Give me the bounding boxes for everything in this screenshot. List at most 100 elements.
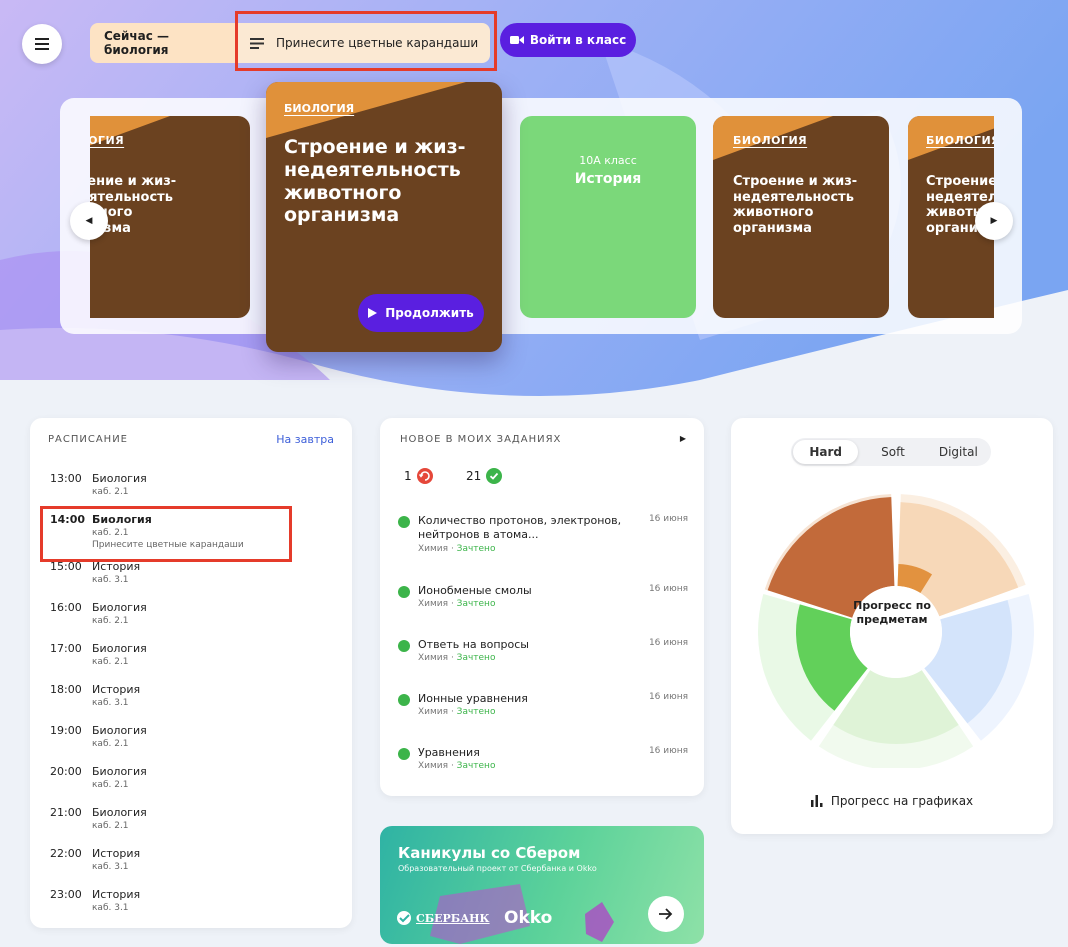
check-circle-icon: [398, 516, 410, 528]
video-camera-icon: [509, 36, 524, 44]
featured-lesson-title: Строение и жиз-недеятельность животного …: [284, 136, 466, 227]
lesson-card-left[interactable]: БИОЛОГИЯ Строение и жиз-недеятельность ж…: [90, 116, 250, 318]
done-count: 21: [466, 469, 482, 483]
task-date: 16 июня: [648, 746, 688, 756]
schedule-time: 13:00: [50, 472, 82, 485]
progress-charts-label: Прогресс на графиках: [830, 794, 974, 808]
class-label: 10А класс: [579, 154, 637, 167]
tasks-open-arrow[interactable]: ▶: [680, 434, 686, 443]
bar-chart-icon: [810, 795, 823, 807]
schedule-time: 19:00: [50, 724, 82, 737]
arrow-left-icon: ◀: [85, 216, 93, 226]
schedule-room: каб. 3.1: [92, 862, 129, 872]
overdue-counter[interactable]: 1: [404, 468, 433, 484]
tasks-heading: НОВОЕ В МОИХ ЗАДАНИЯХ: [400, 434, 562, 445]
schedule-subject: Биология: [92, 806, 147, 819]
continue-button[interactable]: Продолжить: [358, 294, 484, 332]
lesson-card-subject: БИОЛОГИЯ: [90, 134, 125, 147]
schedule-subject: Биология: [92, 642, 147, 655]
check-circle-icon: [398, 748, 410, 760]
schedule-subject: Биология: [92, 472, 147, 485]
lesson-card-class[interactable]: 10А класс История: [520, 116, 696, 318]
done-counter[interactable]: 21: [466, 468, 503, 484]
play-icon: [368, 308, 378, 318]
schedule-subject: Биология: [92, 765, 147, 778]
lesson-card-right[interactable]: БИОЛОГИЯ Строение и жиз-недеятельность ж…: [713, 116, 889, 318]
current-lesson-pill[interactable]: Сейчас — биология: [90, 23, 236, 63]
okko-logo: Okko: [504, 908, 553, 928]
promo-arrow-button[interactable]: [648, 896, 684, 932]
progress-panel: Hard Soft Digital Прогресс по предметам …: [731, 418, 1053, 834]
schedule-room: каб. 2.1: [92, 657, 129, 667]
schedule-room: каб. 3.1: [92, 903, 129, 913]
task-meta: Химия · Зачтено: [418, 599, 496, 609]
hamburger-icon: [35, 38, 49, 50]
promo-banner[interactable]: Каникулы со Сбером Образовательный проек…: [380, 826, 704, 944]
check-circle-icon: [398, 586, 410, 598]
schedule-subject: История: [92, 888, 141, 901]
schedule-time: 20:00: [50, 765, 82, 778]
tab-hard[interactable]: Hard: [793, 440, 859, 464]
sberbank-logo-icon: [397, 911, 411, 925]
promo-title: Каникулы со Сбером: [398, 844, 581, 862]
schedule-time: 23:00: [50, 888, 82, 901]
schedule-room: каб. 2.1: [92, 616, 129, 626]
task-name: Уравнения: [418, 746, 480, 759]
continue-label: Продолжить: [385, 306, 474, 320]
progress-center-label: Прогресс по предметам: [853, 599, 931, 627]
menu-button[interactable]: [22, 24, 62, 64]
class-subject-title: История: [574, 171, 642, 187]
sberbank-logo: СБЕРБАНК: [396, 910, 490, 926]
schedule-time: 21:00: [50, 806, 82, 819]
schedule-room: каб. 2.1: [92, 821, 129, 831]
schedule-room: каб. 2.1: [92, 739, 129, 749]
featured-lesson-card[interactable]: БИОЛОГИЯ Строение и жиз-недеятельность ж…: [266, 82, 502, 352]
task-name: Количество протонов, электронов, нейтрон…: [418, 514, 622, 542]
carousel-track: БИОЛОГИЯ Строение и жиз-недеятельность ж…: [90, 98, 994, 334]
task-name: Ионные уравнения: [418, 692, 528, 705]
task-meta: Химия · Зачтено: [418, 544, 496, 554]
schedule-tomorrow-link[interactable]: На завтра: [276, 433, 334, 446]
schedule-subject: История: [92, 847, 141, 860]
schedule-time: 17:00: [50, 642, 82, 655]
schedule-time: 22:00: [50, 847, 82, 860]
task-date: 16 июня: [648, 638, 688, 648]
arrow-right-icon: ▶: [990, 216, 998, 226]
task-meta: Химия · Зачтено: [418, 653, 496, 663]
task-date: 16 июня: [648, 584, 688, 594]
schedule-time: 18:00: [50, 683, 82, 696]
carousel-prev-button[interactable]: ◀: [70, 202, 108, 240]
tasks-panel: НОВОЕ В МОИХ ЗАДАНИЯХ ▶ 1 21 Количество …: [380, 418, 704, 796]
task-meta: Химия · Зачтено: [418, 761, 496, 771]
progress-charts-link[interactable]: Прогресс на графиках: [731, 794, 1053, 808]
highlight-frame: [40, 506, 292, 562]
skills-tabs: Hard Soft Digital: [791, 438, 991, 466]
overdue-count: 1: [404, 469, 412, 483]
current-lesson-label: Сейчас — биология: [104, 29, 169, 57]
schedule-heading: РАСПИСАНИЕ: [48, 434, 128, 445]
arrow-right-icon: [659, 908, 673, 920]
lesson-card-subject: БИОЛОГИЯ: [733, 134, 808, 147]
highlight-frame: [235, 11, 497, 71]
carousel-next-button[interactable]: ▶: [975, 202, 1013, 240]
schedule-time: 16:00: [50, 601, 82, 614]
join-class-button[interactable]: Войти в класс: [500, 23, 636, 57]
task-meta: Химия · Зачтено: [418, 707, 496, 717]
schedule-room: каб. 3.1: [92, 575, 129, 585]
promo-subtitle: Образовательный проект от Сбербанка и Ok…: [398, 864, 597, 873]
schedule-room: каб. 2.1: [92, 487, 129, 497]
lesson-card-subject: БИОЛОГИЯ: [926, 134, 994, 147]
chevron-right-icon: ▶: [679, 434, 686, 443]
check-circle-icon: [398, 640, 410, 652]
tab-digital[interactable]: Digital: [926, 445, 991, 459]
lesson-card-title: Строение и жиз-недеятельность животного …: [733, 174, 858, 236]
task-date: 16 июня: [648, 692, 688, 702]
check-circle-icon: [398, 694, 410, 706]
tab-soft[interactable]: Soft: [860, 445, 925, 459]
task-name: Ответь на вопросы: [418, 638, 529, 651]
join-class-label: Войти в класс: [529, 33, 627, 47]
check-circle-icon: [486, 468, 503, 484]
schedule-panel: РАСПИСАНИЕ На завтра 13:00 Биология каб. 2…: [30, 418, 352, 928]
schedule-room: каб. 2.1: [92, 780, 129, 790]
schedule-room: каб. 3.1: [92, 698, 129, 708]
